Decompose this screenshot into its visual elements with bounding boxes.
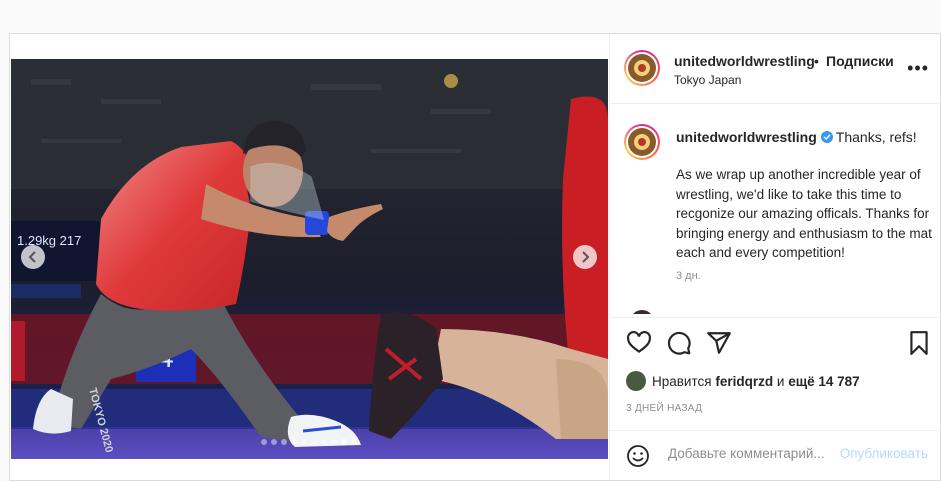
post-media: 1.29kg 217 4 <box>10 34 608 480</box>
caption-title-line: unitedworldwrestling Thanks, refs! <box>676 129 932 145</box>
likes-user[interactable]: feridqrzd <box>715 374 773 389</box>
uww-logo <box>628 54 656 82</box>
likes-count[interactable]: ещё 14 787 <box>788 374 859 389</box>
carousel-dot <box>321 439 327 445</box>
carousel-dot <box>311 439 317 445</box>
likes-and: и <box>776 373 785 389</box>
heart-icon[interactable] <box>626 330 652 356</box>
carousel-next-button[interactable] <box>573 245 597 269</box>
more-options-icon[interactable]: ••• <box>907 58 929 79</box>
caption-body: As we wrap up another incredible year of… <box>676 167 932 260</box>
caption-timestamp[interactable]: 3 дн. <box>676 270 701 282</box>
carousel-dot <box>291 439 297 445</box>
post-card: 1.29kg 217 4 <box>9 33 941 481</box>
comment-icon[interactable] <box>666 330 692 356</box>
carousel-dot <box>341 439 347 445</box>
avatar[interactable] <box>624 50 660 86</box>
post-photo[interactable]: 1.29kg 217 4 <box>11 59 608 459</box>
carousel-dot <box>351 439 357 445</box>
post-caption: unitedworldwrestling Thanks, refs! As we … <box>610 104 941 314</box>
comment-avatar[interactable] <box>630 310 654 314</box>
following-button[interactable]: Подписки <box>826 53 894 69</box>
action-bar <box>610 317 941 368</box>
comment-input[interactable] <box>666 445 836 462</box>
post-sidebar: unitedworldwrestling • Подписки Tokyo Ja… <box>609 34 941 480</box>
post-header: unitedworldwrestling • Подписки Tokyo Ja… <box>610 34 941 104</box>
caption-avatar[interactable] <box>624 124 660 160</box>
emoji-icon[interactable] <box>626 444 650 468</box>
carousel-dot <box>301 439 307 445</box>
carousel-dot <box>281 439 287 445</box>
chevron-right-icon <box>582 251 590 263</box>
likes-prefix: Нравится <box>652 373 712 389</box>
post-username[interactable]: unitedworldwrestling <box>674 53 815 69</box>
bookmark-icon[interactable] <box>906 330 932 356</box>
post-location[interactable]: Tokyo Japan <box>674 73 741 87</box>
carousel-dot <box>261 439 267 445</box>
share-icon[interactable] <box>706 330 732 356</box>
separator: • <box>814 53 819 69</box>
post-date[interactable]: 3 ДНЕЙ НАЗАД <box>626 403 702 414</box>
likes-line: Нравится feridqrzd и ещё 14 787 <box>626 371 860 391</box>
wrestling-referee-photo: 1.29kg 217 4 <box>11 59 608 459</box>
carousel-indicator <box>10 439 608 445</box>
caption-username[interactable]: unitedworldwrestling <box>676 129 817 145</box>
carousel-prev-button[interactable] <box>21 245 45 269</box>
verified-icon <box>820 131 833 143</box>
liker-avatar[interactable] <box>626 371 646 391</box>
uww-logo <box>628 128 656 156</box>
comment-bar: Опубликовать <box>610 430 941 481</box>
carousel-dot <box>331 439 337 445</box>
carousel-dot <box>271 439 277 445</box>
chevron-left-icon <box>28 251 36 263</box>
publish-button[interactable]: Опубликовать <box>840 446 928 461</box>
caption-title: Thanks, refs! <box>835 129 917 145</box>
